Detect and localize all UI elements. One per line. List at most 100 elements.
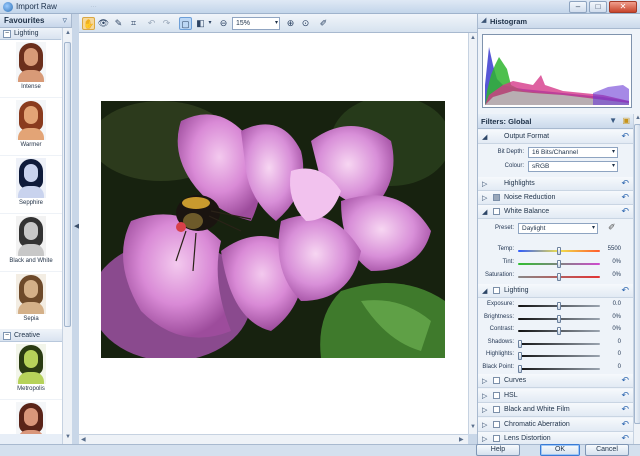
lighting-row[interactable]: ◢ Lighting ↶ bbox=[478, 284, 633, 298]
white-balance-row[interactable]: ◢ White Balance ↶ bbox=[478, 205, 633, 219]
reset-icon[interactable]: ↶ bbox=[621, 390, 629, 401]
histogram-header[interactable]: ◢ Histogram bbox=[478, 14, 640, 29]
minimize-button[interactable]: – bbox=[569, 1, 587, 13]
preset-item[interactable]: Intense bbox=[0, 40, 62, 98]
expand-triangle-icon[interactable]: ▷ bbox=[482, 392, 487, 400]
eyedropper-icon[interactable]: ✐ bbox=[317, 17, 330, 30]
scroll-thumb[interactable] bbox=[634, 124, 640, 424]
reset-icon[interactable]: ↶ bbox=[621, 192, 629, 203]
scroll-down-icon[interactable]: ▼ bbox=[470, 424, 476, 430]
preset-item[interactable]: Sepphire bbox=[0, 156, 62, 214]
lighting-slider-handle[interactable] bbox=[557, 314, 561, 323]
collapse-icon[interactable]: − bbox=[3, 332, 11, 340]
rotate-left-icon[interactable]: ↶ bbox=[145, 17, 158, 30]
scroll-down-icon[interactable]: ▼ bbox=[65, 434, 71, 440]
filter-icon[interactable]: ▼ bbox=[609, 116, 617, 125]
white-balance-checkbox[interactable] bbox=[493, 208, 500, 215]
zoom-in-icon[interactable]: ⊕ bbox=[284, 17, 297, 30]
collapse-triangle-icon[interactable]: ◢ bbox=[482, 287, 487, 295]
tint-slider-handle[interactable] bbox=[557, 260, 561, 268]
favourites-scrollbar[interactable]: ▲ ▼ bbox=[62, 28, 72, 444]
category-lighting[interactable]: − Lighting bbox=[0, 28, 61, 40]
scroll-up-icon[interactable]: ▲ bbox=[470, 35, 476, 41]
bit-depth-select[interactable]: 16 Bits/Channel ▾ bbox=[528, 147, 618, 158]
preview-photo[interactable] bbox=[101, 101, 445, 358]
category-creative[interactable]: − Creative bbox=[0, 330, 62, 342]
filter-row[interactable]: ▷ HSL ↶ bbox=[478, 388, 633, 403]
maximize-button[interactable]: □ bbox=[589, 1, 607, 13]
reset-icon[interactable]: ↶ bbox=[621, 206, 629, 217]
help-button[interactable]: Help bbox=[476, 444, 520, 456]
noise-reduction-checkbox[interactable] bbox=[493, 194, 500, 201]
white-balance-preset-select[interactable]: Daylight ▾ bbox=[518, 223, 598, 234]
expand-triangle-icon[interactable]: ▷ bbox=[482, 377, 487, 385]
filter-icon[interactable]: ▿ bbox=[62, 15, 67, 26]
lighting-slider-handle[interactable] bbox=[557, 327, 561, 335]
expand-triangle-icon[interactable]: ▷ bbox=[482, 435, 487, 443]
filter-checkbox[interactable] bbox=[493, 391, 500, 399]
brush-icon[interactable]: ✎ bbox=[112, 17, 125, 30]
save-icon[interactable]: ▣ bbox=[622, 116, 630, 125]
split-view-icon[interactable]: ◧ bbox=[194, 17, 207, 30]
preset-item[interactable] bbox=[0, 400, 62, 434]
preset-item[interactable]: Sepia bbox=[0, 272, 62, 330]
eyedropper-icon[interactable]: ✐ bbox=[608, 222, 616, 233]
hand-tool-icon[interactable]: ✋ bbox=[82, 17, 95, 30]
expand-triangle-icon[interactable]: ▷ bbox=[482, 180, 487, 188]
single-view-icon[interactable]: ▢ bbox=[179, 17, 192, 30]
cancel-button[interactable]: Cancel bbox=[585, 444, 629, 456]
colour-select[interactable]: sRGB ▾ bbox=[528, 161, 618, 172]
filter-checkbox[interactable] bbox=[493, 406, 500, 413]
lighting-slider[interactable] bbox=[518, 355, 600, 357]
crop-icon[interactable]: ⌗ bbox=[127, 17, 140, 30]
collapse-triangle-icon[interactable]: ◢ bbox=[481, 16, 486, 24]
reset-icon[interactable]: ↶ bbox=[621, 131, 629, 142]
filter-checkbox[interactable] bbox=[493, 435, 500, 442]
ok-button[interactable]: OK bbox=[540, 444, 580, 456]
scroll-up-icon[interactable]: ▲ bbox=[635, 115, 640, 121]
temp-slider-handle[interactable] bbox=[557, 247, 561, 255]
output-format-row[interactable]: ◢ Output Format ↶ bbox=[478, 130, 633, 144]
canvas-horizontal-scrollbar[interactable]: ◀ ▶ bbox=[79, 434, 468, 444]
lighting-slider-handle[interactable] bbox=[518, 364, 522, 373]
noise-reduction-row[interactable]: ▷ Noise Reduction ↶ bbox=[478, 191, 633, 205]
expand-triangle-icon[interactable]: ▷ bbox=[482, 406, 487, 414]
expand-triangle-icon[interactable]: ▷ bbox=[482, 421, 487, 429]
expand-triangle-icon[interactable]: ▷ bbox=[482, 194, 487, 202]
scroll-left-icon[interactable]: ◀ bbox=[81, 436, 86, 443]
reset-icon[interactable]: ↶ bbox=[621, 285, 629, 296]
filters-scrollbar[interactable]: ▲ bbox=[633, 114, 640, 444]
reset-icon[interactable]: ↶ bbox=[621, 404, 629, 415]
lighting-slider[interactable] bbox=[518, 367, 600, 370]
collapse-triangle-icon[interactable]: ◢ bbox=[482, 133, 487, 141]
filter-row[interactable]: ▷ Chromatic Aberration ↶ bbox=[478, 417, 633, 432]
reset-icon[interactable]: ↶ bbox=[621, 375, 629, 386]
scroll-right-icon[interactable]: ▶ bbox=[459, 436, 464, 443]
canvas-vertical-scrollbar[interactable]: ▲ ▼ bbox=[468, 33, 477, 434]
lighting-slider-handle[interactable] bbox=[518, 352, 522, 360]
reset-icon[interactable]: ↶ bbox=[621, 178, 629, 189]
filter-row[interactable]: ▷ Black and White Film ↶ bbox=[478, 403, 633, 417]
scroll-up-icon[interactable]: ▲ bbox=[65, 30, 71, 36]
zoom-select[interactable]: 15% ▾ bbox=[232, 17, 280, 30]
filter-checkbox[interactable] bbox=[493, 420, 500, 428]
collapse-triangle-icon[interactable]: ◢ bbox=[482, 208, 487, 216]
preset-item[interactable]: Black and White bbox=[0, 214, 62, 272]
eye-icon[interactable]: 👁 bbox=[97, 17, 110, 30]
lighting-slider-handle[interactable] bbox=[557, 302, 561, 310]
preset-item[interactable]: Warmer bbox=[0, 98, 62, 156]
reset-icon[interactable]: ↶ bbox=[621, 433, 629, 444]
reset-icon[interactable]: ↶ bbox=[621, 419, 629, 430]
rotate-right-icon[interactable]: ↷ bbox=[160, 17, 173, 30]
saturation-slider-handle[interactable] bbox=[557, 273, 561, 281]
highlights-row[interactable]: ▷ Highlights ↶ bbox=[478, 177, 633, 191]
filter-row[interactable]: ▷ Curves ↶ bbox=[478, 374, 633, 388]
filter-checkbox[interactable] bbox=[493, 377, 500, 384]
scroll-thumb[interactable] bbox=[64, 42, 71, 327]
view-dropdown-icon[interactable]: ▾ bbox=[207, 17, 213, 30]
lighting-slider[interactable] bbox=[518, 342, 600, 345]
zoom-out-icon[interactable]: ⊖ bbox=[217, 17, 230, 30]
zoom-fit-icon[interactable]: ⊙ bbox=[299, 17, 312, 30]
image-canvas[interactable] bbox=[79, 33, 468, 434]
lighting-checkbox[interactable] bbox=[493, 287, 500, 294]
